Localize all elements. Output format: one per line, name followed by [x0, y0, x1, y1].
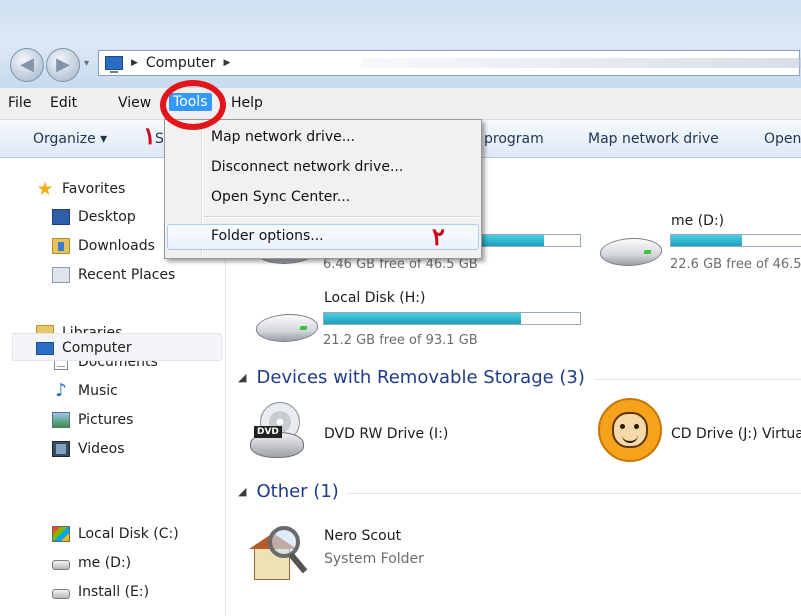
nero-scout-name: Nero Scout [324, 528, 402, 544]
drive-usage-bar [670, 234, 801, 247]
toolbar-hidden-button[interactable]: S [155, 131, 164, 147]
menu-item-map-network-drive-label: Map network drive... [211, 129, 356, 145]
recent-places-icon [52, 267, 70, 283]
drive-usage-bar [323, 312, 581, 325]
nav-computer-label: Computer [62, 340, 132, 356]
drive-free-space: 22.6 GB free of 46.5 [670, 257, 801, 272]
group-header-other-label: Other (1) [256, 481, 339, 502]
hard-disk-icon [253, 314, 321, 342]
drive-name: me (D:) [671, 213, 725, 229]
menu-item-disconnect-network-drive[interactable]: Disconnect network drive... [167, 155, 479, 181]
nav-install-e[interactable]: Install (E:) [52, 581, 149, 603]
star-icon: ★ [36, 178, 54, 200]
address-bar[interactable]: ▶ Computer ▶ [98, 50, 801, 76]
back-button[interactable]: ◀ [10, 48, 44, 82]
nav-local-disk-c[interactable]: Local Disk (C:) [52, 523, 179, 545]
map-network-drive-button[interactable]: Map network drive [588, 131, 719, 147]
nav-recent-places[interactable]: Recent Places [52, 264, 175, 286]
magnifier-handle-shape [288, 552, 308, 574]
step-one-marker: ۱ [143, 121, 156, 150]
drive-free-space: 21.2 GB free of 93.1 GB [323, 333, 478, 348]
menu-item-folder-options-label: Folder options... [211, 228, 324, 244]
uninstall-program-button[interactable]: program [484, 131, 544, 147]
computer-icon [105, 56, 123, 73]
nav-local-disk-c-label: Local Disk (C:) [78, 526, 179, 542]
collapse-arrow-icon[interactable]: ◢ [238, 371, 246, 384]
nav-downloads[interactable]: Downloads [52, 235, 155, 257]
nav-pictures[interactable]: Pictures [52, 409, 133, 431]
nav-favorites[interactable]: ★ Favorites [36, 178, 125, 200]
organize-button[interactable]: Organize ▾ [33, 131, 107, 147]
tools-highlight-ring [160, 80, 226, 130]
drive-free-space: 6.46 GB free of 46.5 GB [323, 257, 478, 272]
collapse-arrow-icon[interactable]: ◢ [238, 485, 246, 498]
drive-usage-fill [671, 235, 742, 246]
menu-separator [205, 216, 479, 218]
menu-item-disconnect-network-drive-label: Disconnect network drive... [211, 159, 404, 175]
sheep-face-shape [612, 412, 648, 448]
computer-icon [36, 341, 54, 355]
hard-disk-icon [597, 238, 665, 266]
nav-favorites-label: Favorites [62, 181, 126, 197]
downloads-icon [52, 238, 70, 254]
dvd-drive-name: DVD RW Drive (I:) [324, 426, 449, 442]
nero-scout-icon [249, 526, 308, 584]
nav-me-d[interactable]: me (D:) [52, 552, 131, 574]
breadcrumb-trail-icon[interactable]: ▶ [224, 58, 231, 68]
breadcrumb-separator-icon[interactable]: ▶ [131, 58, 138, 68]
menu-help[interactable]: Help [231, 95, 263, 111]
nav-computer[interactable]: Computer [36, 337, 132, 359]
music-icon: ♪ [55, 380, 67, 401]
breadcrumb-computer[interactable]: Computer [146, 55, 216, 71]
group-header-removable[interactable]: ◢ Devices with Removable Storage (3) [238, 367, 585, 388]
menu-item-open-sync-center-label: Open Sync Center... [211, 189, 351, 205]
nav-music[interactable]: ♪ Music [52, 380, 118, 402]
drive-name: Local Disk (H:) [324, 290, 426, 306]
dvd-badge: DVD [254, 426, 282, 438]
address-bar-blurred-area [361, 58, 801, 68]
drive-usage-fill [324, 313, 522, 324]
group-divider [346, 493, 801, 494]
desktop-icon [52, 209, 70, 225]
forward-button[interactable]: ▶ [46, 48, 80, 82]
title-bar: ◀ ▶ ▾ ▶ Computer ▶ [0, 0, 801, 88]
recent-pages-dropdown-icon[interactable]: ▾ [84, 58, 89, 69]
nav-videos-label: Videos [78, 441, 125, 457]
virtual-drive-sheep-icon [598, 398, 662, 462]
menu-bar: File Edit View Tools Help [0, 88, 801, 120]
menu-item-map-network-drive[interactable]: Map network drive... [167, 125, 479, 151]
cd-drive-name: CD Drive (J:) Virtua [671, 426, 801, 442]
nav-videos[interactable]: Videos [52, 438, 125, 460]
nav-recent-places-label: Recent Places [78, 267, 176, 283]
magnifier-shape [268, 526, 300, 558]
back-arrow-icon: ◀ [20, 54, 34, 75]
nav-music-label: Music [78, 383, 118, 399]
videos-icon [52, 441, 70, 457]
dvd-drive-icon: DVD [250, 402, 304, 460]
menu-view[interactable]: View [118, 95, 151, 111]
nav-desktop-label: Desktop [78, 209, 136, 225]
menu-item-open-sync-center[interactable]: Open Sync Center... [167, 185, 479, 211]
group-header-other[interactable]: ◢ Other (1) [238, 481, 339, 502]
system-drive-icon [52, 526, 70, 542]
drive-icon [52, 560, 70, 570]
nero-scout-type: System Folder [324, 551, 424, 567]
drive-icon [52, 589, 70, 599]
forward-arrow-icon: ▶ [56, 54, 70, 75]
group-divider [594, 379, 801, 380]
nav-desktop[interactable]: Desktop [52, 206, 136, 228]
nav-downloads-label: Downloads [78, 238, 155, 254]
group-header-removable-label: Devices with Removable Storage (3) [256, 367, 585, 388]
open-control-panel-button[interactable]: Open [764, 131, 801, 147]
nav-pictures-label: Pictures [78, 412, 134, 428]
nav-install-e-label: Install (E:) [78, 584, 150, 600]
pictures-icon [52, 412, 70, 428]
step-two-marker: ۲ [432, 222, 445, 251]
menu-file[interactable]: File [8, 95, 31, 111]
nav-me-d-label: me (D:) [78, 555, 132, 571]
menu-edit[interactable]: Edit [50, 95, 77, 111]
